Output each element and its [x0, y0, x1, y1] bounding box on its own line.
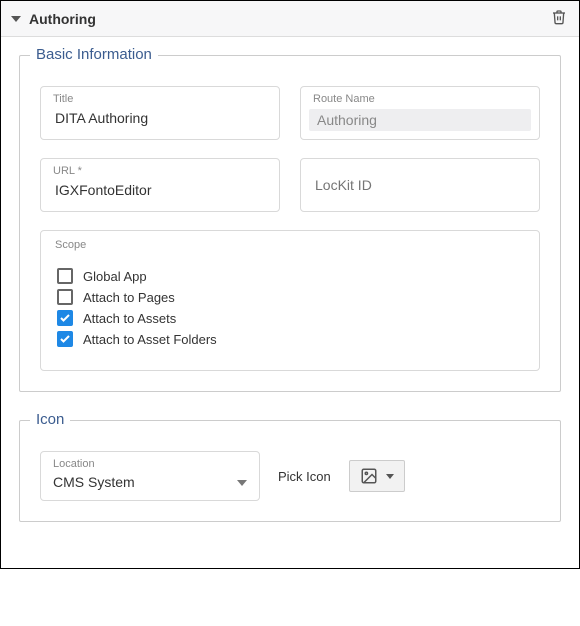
scope-attach-to-assets[interactable]: Attach to Assets [57, 310, 523, 326]
pick-icon-label: Pick Icon [278, 469, 331, 484]
checkbox-checked-icon [57, 331, 73, 347]
location-value: CMS System [53, 474, 135, 490]
url-field[interactable]: URL * [40, 158, 280, 212]
trash-icon [551, 9, 567, 25]
location-select[interactable]: Location CMS System [40, 451, 260, 501]
scope-item-label: Attach to Pages [83, 290, 175, 305]
panel-header: Authoring [1, 1, 579, 37]
title-input[interactable] [53, 109, 267, 127]
chevron-down-icon [386, 474, 394, 479]
panel-title: Authoring [29, 11, 549, 27]
scope-global-app[interactable]: Global App [57, 268, 523, 284]
lockit-input[interactable] [313, 177, 527, 194]
authoring-panel: Authoring Basic Information Title Route … [0, 0, 580, 569]
location-label: Location [53, 458, 95, 470]
lockit-field[interactable] [300, 158, 540, 212]
basic-info-legend: Basic Information [30, 46, 158, 63]
scope-attach-to-asset-folders[interactable]: Attach to Asset Folders [57, 331, 523, 347]
route-name-value: Authoring [309, 109, 531, 131]
icon-section: Icon Location CMS System Pick Icon [19, 420, 561, 522]
title-field[interactable]: Title [40, 86, 280, 140]
title-label: Title [53, 93, 73, 105]
checkbox-icon [57, 268, 73, 284]
scope-group: Scope Global App Attach to Pages Attach … [40, 230, 540, 371]
panel-body: Basic Information Title Route Name Autho… [1, 37, 579, 568]
route-name-label: Route Name [313, 93, 375, 105]
basic-info-section: Basic Information Title Route Name Autho… [19, 55, 561, 392]
delete-button[interactable] [549, 7, 569, 30]
image-icon [360, 467, 378, 485]
icon-legend: Icon [30, 411, 70, 428]
url-input[interactable] [53, 181, 267, 199]
scope-item-label: Attach to Asset Folders [83, 332, 217, 347]
chevron-down-icon [237, 480, 247, 486]
route-name-field: Route Name Authoring [300, 86, 540, 140]
checkbox-checked-icon [57, 310, 73, 326]
checkbox-icon [57, 289, 73, 305]
scope-attach-to-pages[interactable]: Attach to Pages [57, 289, 523, 305]
scope-item-label: Global App [83, 269, 147, 284]
collapse-caret-icon[interactable] [11, 16, 21, 22]
pick-icon-button[interactable] [349, 460, 405, 492]
scope-item-label: Attach to Assets [83, 311, 176, 326]
url-label: URL * [53, 165, 82, 177]
scope-label: Scope [55, 239, 86, 251]
